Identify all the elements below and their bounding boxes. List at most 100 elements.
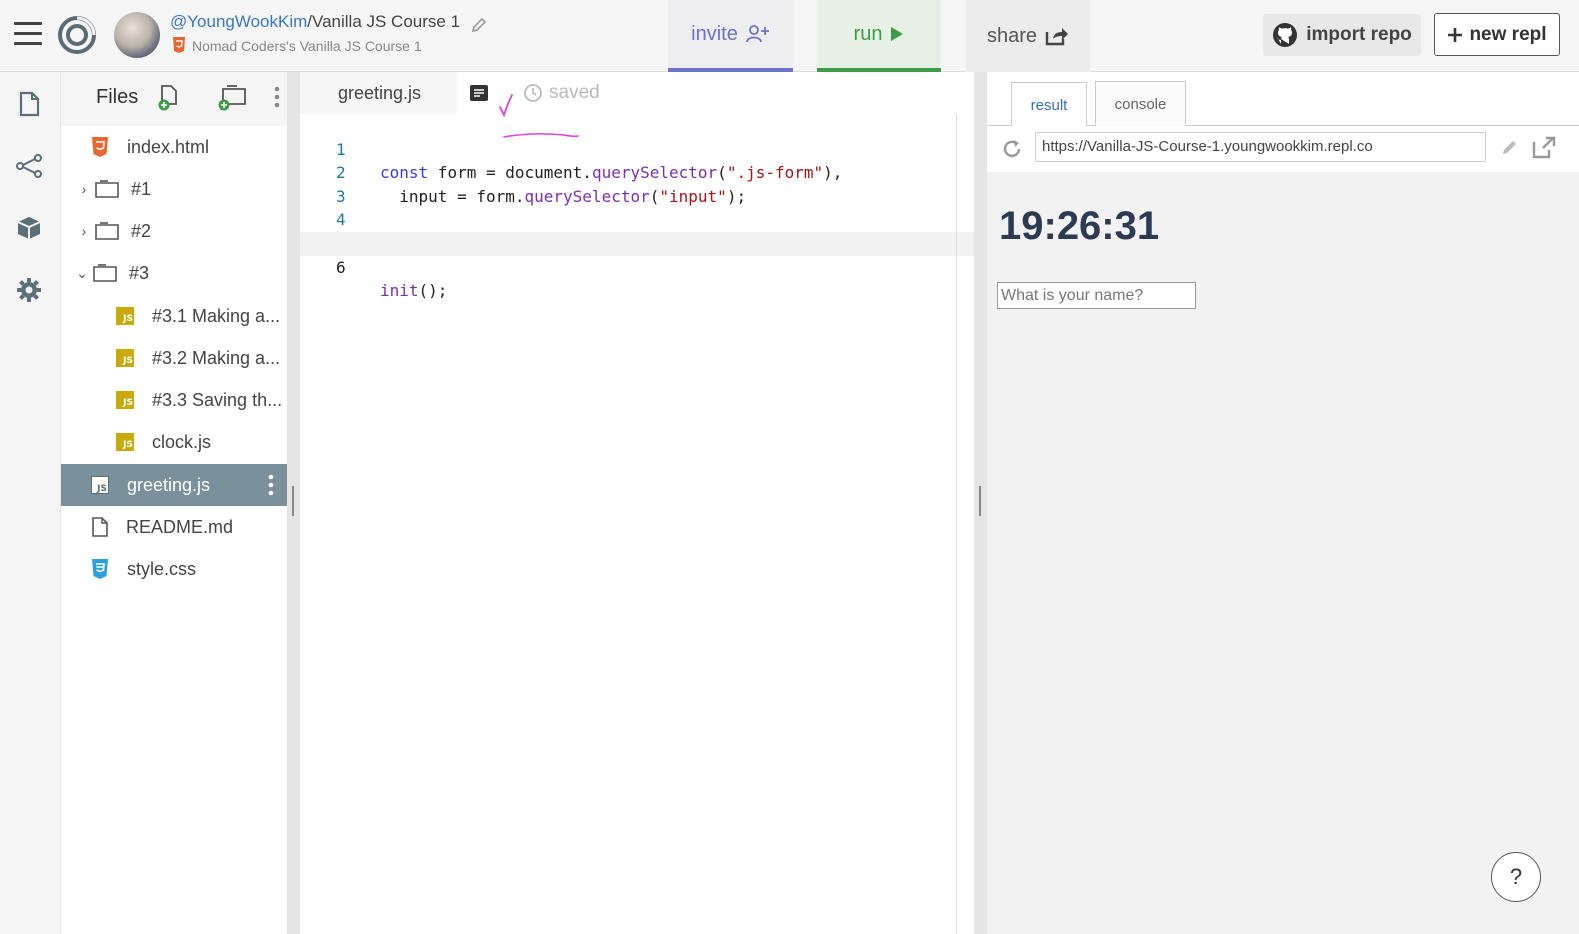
result-tabs: result console xyxy=(987,72,1579,127)
edit-title-pencil-icon[interactable] xyxy=(470,16,488,34)
js-file-icon: JS xyxy=(116,433,134,451)
file-item-greeting-js[interactable]: JS greeting.js xyxy=(61,464,287,506)
chevron-right-icon[interactable]: › xyxy=(77,223,91,239)
folder-item-2[interactable]: › #2 xyxy=(61,210,287,252)
import-repo-button[interactable]: import repo xyxy=(1263,14,1421,56)
clock-display: 19:26:31 xyxy=(999,204,1160,248)
new-repl-label: new repl xyxy=(1469,23,1547,45)
settings-gear-icon[interactable] xyxy=(15,276,43,304)
tab-console[interactable]: console xyxy=(1095,81,1186,126)
run-button[interactable]: run xyxy=(817,0,941,72)
file-name: clock.js xyxy=(152,431,212,452)
help-button[interactable]: ? xyxy=(1491,852,1541,902)
file-name: #3.3 Saving th... xyxy=(152,389,283,410)
file-item-3-3[interactable]: JS #3.3 Saving th... xyxy=(61,379,287,421)
line-number: 6 xyxy=(336,257,346,277)
refresh-icon[interactable] xyxy=(1001,138,1023,160)
preview-url-bar: https://Vanilla-JS-Course-1.youngwookkim… xyxy=(987,126,1579,172)
repl-description: Nomad Coders's Vanilla JS Course 1 xyxy=(172,37,422,54)
chevron-right-icon[interactable]: › xyxy=(77,181,91,197)
file-item-readme[interactable]: README.md xyxy=(61,506,287,548)
files-icon[interactable] xyxy=(15,90,43,118)
add-file-icon[interactable] xyxy=(157,84,181,112)
code-editor[interactable]: greeting.js saved 1 const form = documen… xyxy=(300,72,974,934)
replit-logo-icon[interactable] xyxy=(56,14,98,56)
repl-subtitle-text: Nomad Coders's Vanilla JS Course 1 xyxy=(192,38,422,54)
folder-name: #2 xyxy=(131,220,152,241)
files-title: Files xyxy=(96,86,139,108)
folder-open-icon xyxy=(93,264,117,282)
code-lines[interactable]: 1 const form = document.querySelector(".… xyxy=(300,114,974,300)
file-item-3-2[interactable]: JS #3.2 Making a... xyxy=(61,337,287,379)
add-user-icon xyxy=(745,25,769,43)
file-icon xyxy=(92,517,108,537)
annotation-checkmark xyxy=(499,94,513,118)
format-code-icon[interactable] xyxy=(469,84,489,102)
github-icon xyxy=(1273,23,1298,47)
editor-tabbar: greeting.js saved xyxy=(300,72,974,114)
file-name: index.html xyxy=(127,136,210,157)
files-panel: Files index.html › #1 › #2 ⌄ #3 JS #3.1 … xyxy=(61,72,287,934)
editor-toolbar: saved xyxy=(457,72,974,114)
editor-scrollbar[interactable] xyxy=(956,114,957,934)
new-repl-button[interactable]: new repl xyxy=(1434,13,1560,56)
folder-icon xyxy=(95,180,119,198)
code-line: 3 xyxy=(300,161,974,206)
edit-pencil-icon[interactable] xyxy=(1501,138,1519,156)
preview-url-field[interactable]: https://Vanilla-JS-Course-1.youngwookkim… xyxy=(1035,132,1486,162)
name-input[interactable] xyxy=(997,282,1196,309)
chevron-down-icon[interactable]: ⌄ xyxy=(75,265,89,282)
files-menu-kebab-icon[interactable] xyxy=(273,84,281,110)
result-pane: result console https://Vanilla-JS-Course… xyxy=(987,72,1579,934)
file-name: greeting.js xyxy=(127,474,211,495)
menu-icon[interactable] xyxy=(14,22,42,48)
packages-icon[interactable] xyxy=(15,214,43,242)
annotation-underline xyxy=(503,133,579,138)
file-name: README.md xyxy=(126,516,234,537)
import-repo-label: import repo xyxy=(1306,24,1412,45)
code-text: init(); xyxy=(380,281,448,301)
splitter-grip[interactable] xyxy=(292,486,294,516)
file-item-style-css[interactable]: style.css xyxy=(61,548,287,590)
folder-item-3[interactable]: ⌄ #3 xyxy=(61,252,287,294)
file-name: style.css xyxy=(127,558,197,579)
invite-button[interactable]: invite xyxy=(668,0,793,72)
add-folder-icon[interactable] xyxy=(217,84,249,112)
owner-link[interactable]: @YoungWookKim xyxy=(170,12,307,31)
splitter-grip[interactable] xyxy=(979,486,981,516)
js-file-icon: JS xyxy=(116,349,134,367)
share-button[interactable]: share xyxy=(966,0,1090,72)
folder-item-1[interactable]: › #1 xyxy=(61,168,287,210)
plus-icon xyxy=(1448,27,1463,42)
saved-history-icon xyxy=(524,84,542,102)
file-name: #3.1 Making a... xyxy=(152,305,281,326)
code-line-current: 6 init(); xyxy=(300,231,974,300)
file-item-index-html[interactable]: index.html xyxy=(61,126,287,168)
top-header: @YoungWookKim/Vanilla JS Course 1 Nomad … xyxy=(0,0,1579,72)
repl-title[interactable]: @YoungWookKim/Vanilla JS Course 1 xyxy=(170,12,460,32)
file-item-3-1[interactable]: JS #3.1 Making a... xyxy=(61,295,287,337)
avatar[interactable] xyxy=(114,12,160,58)
activity-rail xyxy=(0,72,61,934)
tab-result[interactable]: result xyxy=(1011,82,1087,127)
file-item-clock-js[interactable]: JS clock.js xyxy=(61,421,287,463)
file-options-kebab-icon[interactable] xyxy=(267,473,275,497)
version-control-icon[interactable] xyxy=(15,152,43,180)
folder-name: #3 xyxy=(129,262,150,283)
code-line: 4 function init() {} xyxy=(300,185,974,253)
files-header: Files xyxy=(61,72,287,126)
code-line: 5 xyxy=(300,208,974,253)
share-icon xyxy=(1045,28,1069,46)
play-icon xyxy=(891,27,904,41)
html5-icon xyxy=(173,37,185,53)
editor-tab-greeting-js[interactable]: greeting.js xyxy=(300,72,457,114)
saved-label: saved xyxy=(549,82,600,103)
folder-icon xyxy=(95,222,119,240)
share-label: share xyxy=(986,24,1038,47)
css3-icon xyxy=(92,559,108,579)
folder-name: #1 xyxy=(131,178,152,199)
code-line: 1 const form = document.querySelector(".… xyxy=(300,114,974,183)
run-label: run xyxy=(853,22,883,45)
open-in-new-tab-icon[interactable] xyxy=(1531,136,1557,160)
save-status: saved xyxy=(523,82,600,104)
